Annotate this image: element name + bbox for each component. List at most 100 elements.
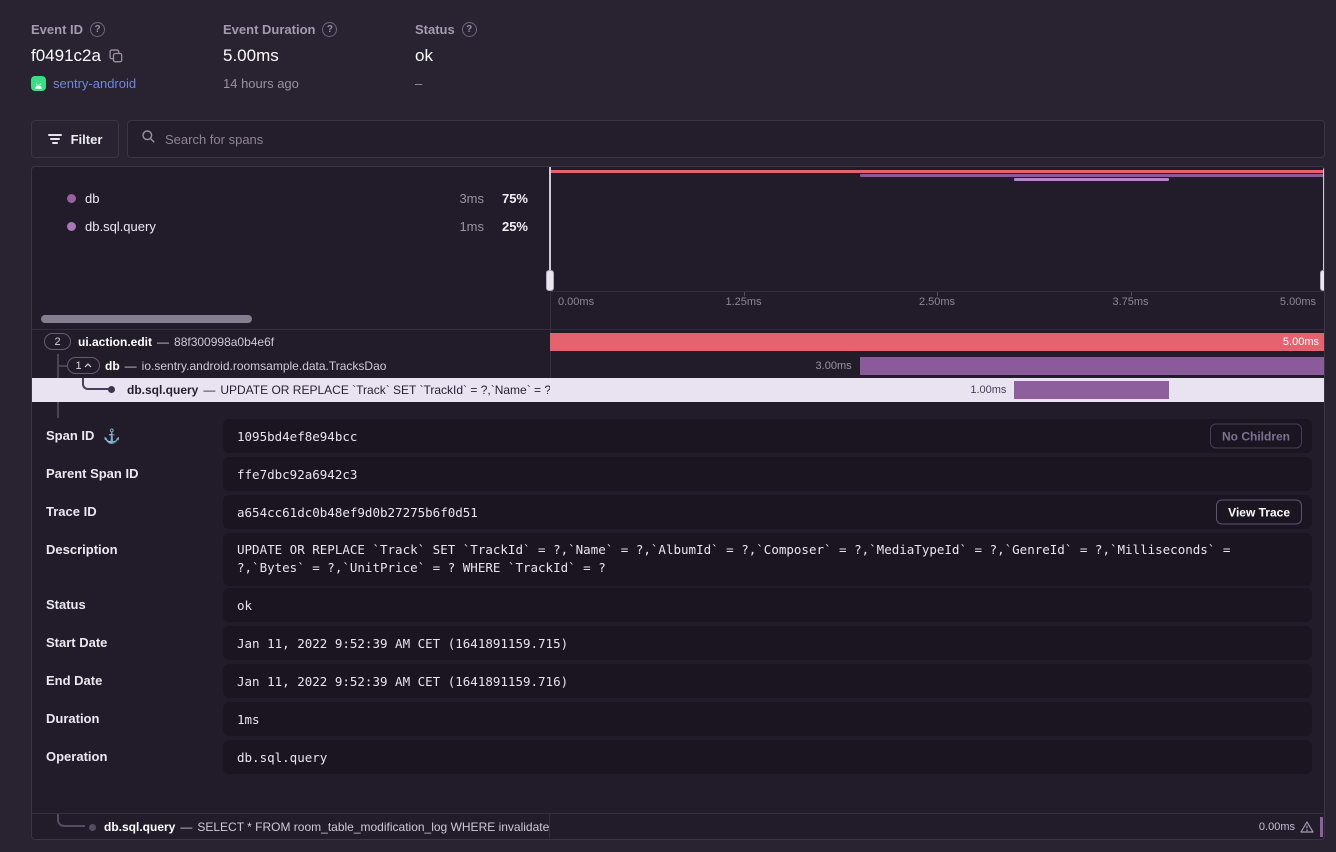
- span-duration-label: 3.00ms: [816, 354, 852, 378]
- detail-label-text: Span ID: [46, 428, 94, 443]
- footer-duration-value: 0.00ms: [1259, 821, 1295, 833]
- detail-label-text: Parent Span ID: [46, 466, 138, 481]
- help-icon[interactable]: ?: [90, 22, 105, 37]
- time-axis: 0.00ms1.25ms2.50ms3.75ms5.00ms: [550, 291, 1324, 311]
- span-row-footer[interactable]: db.sql.query — SELECT * FROM room_table_…: [32, 813, 1324, 840]
- span-op: db: [105, 359, 120, 373]
- android-platform-icon: [31, 76, 46, 91]
- badge-count: 1: [75, 360, 81, 372]
- horizontal-scrollbar[interactable]: [41, 315, 252, 323]
- event-duration-block: Event Duration ? 5.00ms 14 hours ago: [223, 22, 337, 91]
- legend-dot: [67, 222, 76, 231]
- detail-label: End Date: [46, 673, 102, 688]
- span-row-db[interactable]: 1 db — io.sentry.android.roomsample.data…: [32, 354, 1324, 378]
- event-duration-value: 5.00ms: [223, 46, 279, 66]
- event-age: 14 hours ago: [223, 76, 299, 91]
- copy-icon[interactable]: [109, 49, 123, 63]
- tree-elbow-connector: [82, 378, 110, 390]
- minimap-left-grip[interactable]: [546, 270, 554, 291]
- anchor-icon[interactable]: ⚓: [103, 429, 120, 443]
- span-row-db-sql-query-selected[interactable]: db.sql.query — UPDATE OR REPLACE `Track`…: [32, 378, 1324, 402]
- event-id-label-text: Event ID: [31, 22, 83, 37]
- detail-label-text: Status: [46, 597, 86, 612]
- separator: —: [157, 335, 169, 349]
- legend-op-name: db.sql.query: [85, 219, 438, 234]
- minimap-span-line: [860, 174, 1324, 177]
- detail-value-box: db.sql.query: [223, 740, 1312, 774]
- span-row-ui-action-edit[interactable]: 2 ui.action.edit — 88f300998a0b4e6f 5.00…: [32, 330, 1324, 354]
- span-duration-bar[interactable]: 5.00ms: [550, 333, 1324, 351]
- tree-leaf-dot: [108, 386, 115, 393]
- span-detail-page: Event ID ? f0491c2a sentry-android: [0, 0, 1336, 852]
- span-op: db.sql.query: [127, 383, 198, 397]
- span-duration-bar[interactable]: [860, 357, 1324, 375]
- detail-row-start-date: Start Date Jan 11, 2022 9:52:39 AM CET (1…: [32, 626, 1324, 660]
- detail-label-text: Trace ID: [46, 504, 97, 519]
- event-duration-label-text: Event Duration: [223, 22, 315, 37]
- detail-label: Trace ID: [46, 504, 97, 519]
- detail-value: 1095bd4ef8e94bcc: [237, 429, 357, 444]
- help-icon[interactable]: ?: [322, 22, 337, 37]
- minimap-chart[interactable]: [550, 167, 1324, 291]
- detail-value: a654cc61dc0b48ef9d0b27275b6f0d51: [237, 505, 478, 520]
- project-link[interactable]: sentry-android: [53, 76, 136, 91]
- detail-row-description: Description UPDATE OR REPLACE `Track` SET…: [32, 533, 1324, 586]
- detail-value-box: 1ms: [223, 702, 1312, 736]
- detail-label: Status: [46, 597, 86, 612]
- span-search: [127, 120, 1325, 158]
- legend-dot: [67, 194, 76, 203]
- span-details-panel: Span ID ⚓ 1095bd4ef8e94bcc No Children Paren…: [32, 402, 1324, 813]
- event-id-label: Event ID ?: [31, 22, 136, 37]
- span-op: ui.action.edit: [78, 335, 152, 349]
- detail-row-status: Status ok: [32, 588, 1324, 622]
- help-icon[interactable]: ?: [462, 22, 477, 37]
- axis-tick-label: 0.00ms: [558, 296, 594, 308]
- span-collapse-badge[interactable]: 1: [67, 357, 100, 374]
- span-bar-track[interactable]: 3.00ms: [550, 354, 1324, 378]
- span-duration-label: 1.00ms: [970, 378, 1006, 402]
- detail-label-text: Start Date: [46, 635, 107, 650]
- detail-value: ffe7dbc92a6942c3: [237, 467, 357, 482]
- minimap-span-line: [1014, 178, 1169, 181]
- event-id-value: f0491c2a: [31, 46, 101, 66]
- detail-value: db.sql.query: [237, 750, 327, 765]
- span-duration-bar[interactable]: [1014, 381, 1169, 399]
- span-bar-track[interactable]: 5.00ms: [550, 330, 1324, 354]
- span-tree: 2 ui.action.edit — 88f300998a0b4e6f 5.00…: [32, 329, 1324, 402]
- warning-icon[interactable]: [1300, 821, 1314, 833]
- detail-value-box: ok: [223, 588, 1312, 622]
- status-block: Status ? ok –: [415, 22, 477, 91]
- span-desc: UPDATE OR REPLACE `Track` SET `TrackId` …: [220, 383, 550, 397]
- detail-label: Duration: [46, 711, 99, 726]
- legend-item-db[interactable]: db 3ms 75%: [32, 187, 550, 209]
- detail-value-box: a654cc61dc0b48ef9d0b27275b6f0d51 View Tra…: [223, 495, 1312, 529]
- separator: —: [180, 820, 192, 834]
- detail-value: Jan 11, 2022 9:52:39 AM CET (1641891159.…: [237, 636, 568, 651]
- detail-value: UPDATE OR REPLACE `Track` SET `TrackId` …: [237, 541, 1277, 577]
- detail-label: Description: [46, 542, 118, 557]
- minimap-right-grip[interactable]: [1320, 270, 1325, 291]
- span-bar-track[interactable]: 1.00ms: [550, 378, 1324, 402]
- view-trace-button[interactable]: View Trace: [1216, 500, 1302, 525]
- span-desc: 88f300998a0b4e6f: [174, 335, 274, 349]
- detail-row-trace-id: Trace ID a654cc61dc0b48ef9d0b27275b6f0d51…: [32, 495, 1324, 529]
- legend-item-db-sql-query[interactable]: db.sql.query 1ms 25%: [32, 215, 550, 237]
- no-children-button: No Children: [1210, 424, 1302, 449]
- status-label-text: Status: [415, 22, 455, 37]
- detail-value: Jan 11, 2022 9:52:39 AM CET (1641891159.…: [237, 674, 568, 689]
- detail-label-text: Description: [46, 542, 118, 557]
- span-op: db.sql.query: [104, 820, 175, 834]
- detail-value-box: ffe7dbc92a6942c3: [223, 457, 1312, 491]
- search-input[interactable]: [165, 132, 1311, 147]
- detail-row-operation: Operation db.sql.query: [32, 740, 1324, 774]
- detail-value-box: UPDATE OR REPLACE `Track` SET `TrackId` …: [223, 533, 1312, 586]
- span-children-badge[interactable]: 2: [44, 333, 71, 350]
- detail-row-duration: Duration 1ms: [32, 702, 1324, 736]
- detail-label-text: Operation: [46, 749, 107, 764]
- detail-row-parent-span-id: Parent Span ID ffe7dbc92a6942c3: [32, 457, 1324, 491]
- detail-value-box: Jan 11, 2022 9:52:39 AM CET (1641891159.…: [223, 664, 1312, 698]
- span-desc: SELECT * FROM room_table_modification_lo…: [197, 820, 549, 834]
- detail-label: Start Date: [46, 635, 107, 650]
- filter-button[interactable]: Filter: [31, 120, 119, 158]
- detail-label: Span ID ⚓: [46, 428, 121, 443]
